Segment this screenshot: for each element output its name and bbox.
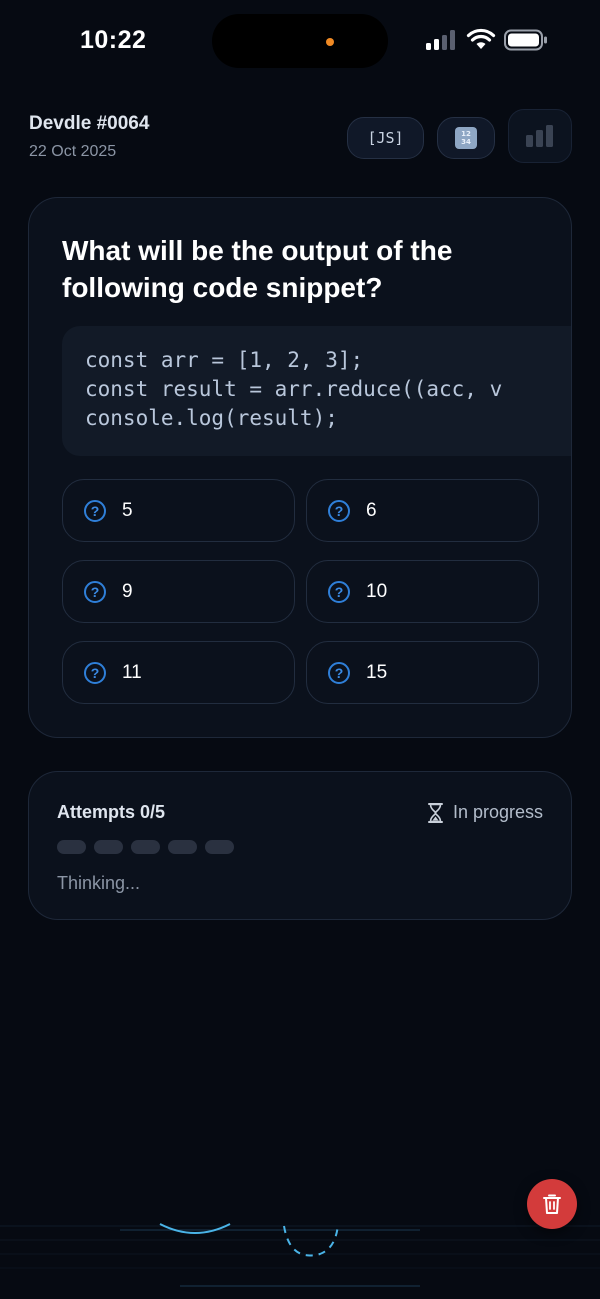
- attempt-pill: [94, 840, 123, 854]
- attempts-card: Attempts 0/5 In progress Thinking...: [28, 771, 572, 920]
- code-line: const result = arr.reduce((acc, v: [85, 377, 503, 401]
- attempts-progress: [57, 840, 234, 854]
- battery-icon: [504, 29, 547, 51]
- answer-option[interactable]: ? 15: [306, 641, 539, 704]
- answer-option[interactable]: ? 5: [62, 479, 295, 542]
- dynamic-island: [212, 14, 388, 68]
- answer-option-label: 10: [366, 581, 388, 602]
- answer-option[interactable]: ? 9: [62, 560, 295, 623]
- wifi-icon: [466, 28, 496, 49]
- answer-option-label: 5: [122, 500, 133, 521]
- bar-chart-icon: [526, 125, 553, 147]
- status-indicator: In progress: [427, 802, 543, 823]
- attempt-pill: [205, 840, 234, 854]
- trash-icon: [543, 1194, 561, 1214]
- language-button[interactable]: [JS]: [347, 117, 424, 159]
- question-text: What will be the output of the following…: [62, 235, 453, 303]
- answer-option-label: 15: [366, 662, 388, 683]
- question-mark-icon: ?: [328, 500, 350, 522]
- question-mark-icon: ?: [328, 581, 350, 603]
- answer-option[interactable]: ? 10: [306, 560, 539, 623]
- thinking-message: Thinking...: [57, 873, 141, 893]
- puzzle-title: Devdle #0064: [29, 113, 150, 134]
- stats-button[interactable]: [508, 109, 572, 163]
- question-mark-icon: ?: [84, 581, 106, 603]
- answer-option[interactable]: ? 11: [62, 641, 295, 704]
- code-snippet: const arr = [1, 2, 3]; const result = ar…: [62, 326, 571, 456]
- attempts-label: Attempts 0/5: [57, 802, 166, 822]
- question-mark-icon: ?: [84, 500, 106, 522]
- code-line: const arr = [1, 2, 3];: [85, 348, 364, 372]
- answer-option-label: 6: [366, 500, 377, 521]
- delete-button[interactable]: [527, 1179, 577, 1229]
- question-card: What will be the output of the following…: [28, 197, 572, 738]
- numbers-button[interactable]: 12 34: [437, 117, 495, 159]
- status-bar: 10:22: [0, 0, 600, 84]
- code-line: console.log(result);: [85, 406, 338, 430]
- attempt-pill: [168, 840, 197, 854]
- question-mark-icon: ?: [328, 662, 350, 684]
- attempt-pill: [57, 840, 86, 854]
- answer-option[interactable]: ? 6: [306, 479, 539, 542]
- privacy-indicator-dot: [326, 38, 334, 46]
- background-decoration: [0, 1223, 600, 1287]
- attempt-pill: [131, 840, 160, 854]
- answer-option-label: 11: [122, 662, 142, 683]
- hourglass-icon: [427, 802, 443, 823]
- puzzle-date: 22 Oct 2025: [29, 143, 117, 160]
- status-time: 10:22: [80, 26, 147, 54]
- question-mark-icon: ?: [84, 662, 106, 684]
- cellular-signal-icon: [426, 30, 458, 50]
- status-text: In progress: [452, 802, 543, 822]
- answer-option-label: 9: [122, 581, 133, 602]
- numbers-keycap-icon: 12 34: [455, 127, 477, 149]
